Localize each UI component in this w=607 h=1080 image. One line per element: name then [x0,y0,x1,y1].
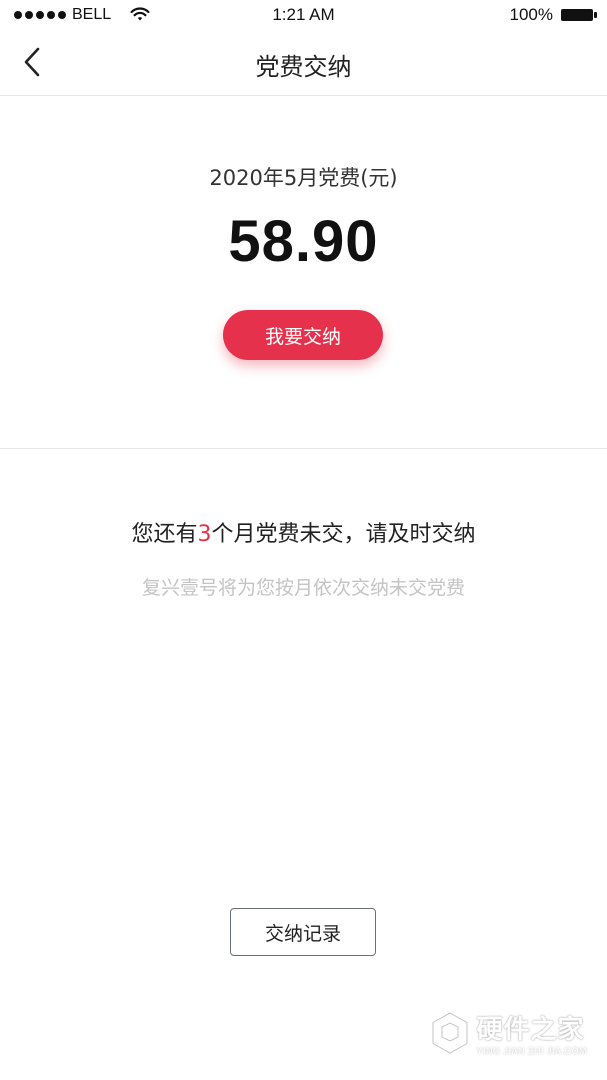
watermark-url: YING JIAN ZHI JIA.COM [476,1046,587,1056]
notice-prefix: 您还有 [131,522,198,547]
unpaid-notice: 您还有3个月党费未交，请及时交纳 [0,516,607,548]
notice-subtext: 复兴壹号将为您按月依次交纳未交党费 [141,577,465,599]
watermark-text: 硬件之家 YING JIAN ZHI JIA.COM [476,1009,587,1056]
status-bar: BELL 1:21 AM 100% [0,0,607,30]
payment-card: 2020年5月党费(元) 58.90 我要交纳 [0,96,607,449]
nav-bar: 党费交纳 [0,30,607,96]
battery-icon [561,9,597,21]
watermark-brand: 硬件之家 [476,1015,585,1045]
pay-button[interactable]: 我要交纳 [223,310,383,360]
watermark: 硬件之家 YING JIAN ZHI JIA.COM [430,1009,587,1056]
notice-suffix: 个月党费未交，请及时交纳 [211,522,476,547]
period-label: 2020年5月党费(元) [209,166,398,190]
unpaid-count: 3 [197,522,212,547]
amount-value: 58.90 [228,209,379,274]
brand-logo-icon [431,1010,470,1055]
page-title: 党费交纳 [255,53,352,81]
payment-records-button[interactable]: 交纳记录 [230,908,376,956]
battery-percent: 100% [509,5,553,24]
battery-group: 100% [509,5,597,25]
